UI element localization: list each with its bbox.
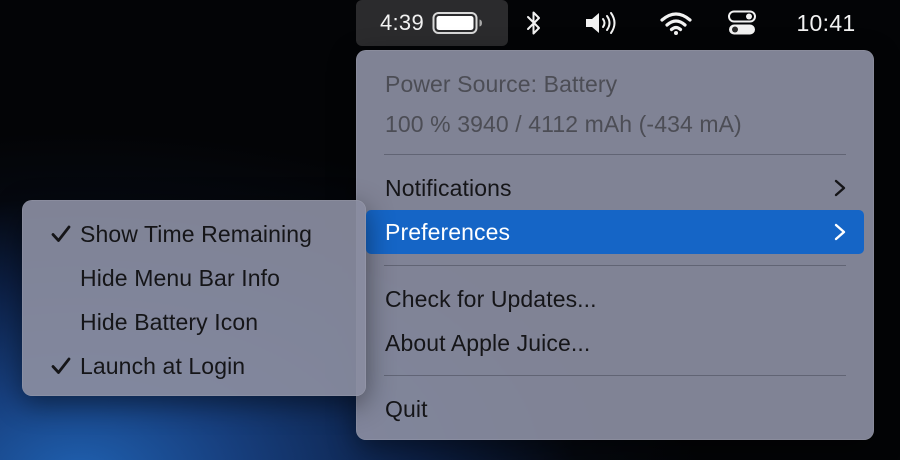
battery-capacity-info: 100 % 3940 / 4112 mAh (-434 mA)	[366, 102, 864, 146]
bluetooth-status-item[interactable]	[520, 0, 548, 46]
show-time-remaining-menu-item[interactable]: Show Time Remaining	[32, 212, 356, 256]
control-center-status-item[interactable]	[720, 0, 764, 46]
battery-icon	[432, 12, 483, 34]
about-label: About Apple Juice...	[385, 329, 591, 356]
battery-time-remaining: 4:39	[379, 10, 425, 35]
submenu-item-label: Hide Menu Bar Info	[80, 264, 280, 291]
submenu-item-label: Show Time Remaining	[80, 220, 313, 247]
checkmark-icon	[51, 225, 71, 242]
volume-status-item[interactable]	[580, 0, 624, 46]
chevron-right-icon	[834, 223, 846, 241]
menu-separator	[384, 154, 846, 155]
preferences-menu-item[interactable]: Preferences	[366, 210, 864, 254]
control-center-icon	[728, 10, 756, 35]
clock-time: 10:41	[796, 9, 856, 36]
launch-at-login-menu-item[interactable]: Launch at Login	[32, 344, 356, 388]
quit-label: Quit	[385, 395, 428, 422]
battery-capacity-label: 100 % 3940 / 4112 mAh (-434 mA)	[385, 110, 742, 137]
about-menu-item[interactable]: About Apple Juice...	[366, 321, 864, 365]
hide-menu-bar-info-menu-item[interactable]: Hide Menu Bar Info	[32, 256, 356, 300]
bluetooth-icon	[527, 11, 540, 35]
submenu-item-label: Launch at Login	[80, 352, 246, 379]
wifi-status-item[interactable]	[654, 0, 698, 46]
quit-menu-item[interactable]: Quit	[366, 387, 864, 431]
menu-bar: 4:39 10:41	[0, 0, 900, 46]
menu-separator	[384, 265, 846, 266]
notifications-menu-item[interactable]: Notifications	[366, 166, 864, 210]
checkmark-icon	[51, 357, 71, 374]
battery-dropdown-menu: Power Source: Battery 100 % 3940 / 4112 …	[356, 50, 874, 440]
volume-icon	[586, 12, 616, 34]
battery-status-item[interactable]: 4:39	[356, 0, 508, 46]
wifi-icon	[660, 12, 692, 35]
submenu-item-label: Hide Battery Icon	[80, 308, 259, 335]
power-source-info: Power Source: Battery	[366, 62, 864, 106]
check-updates-label: Check for Updates...	[385, 285, 597, 312]
clock[interactable]: 10:41	[780, 0, 872, 46]
menu-separator	[384, 375, 846, 376]
check-updates-menu-item[interactable]: Check for Updates...	[366, 277, 864, 321]
hide-battery-icon-menu-item[interactable]: Hide Battery Icon	[32, 300, 356, 344]
power-source-label: Power Source: Battery	[385, 70, 618, 97]
notifications-label: Notifications	[385, 174, 512, 201]
preferences-label: Preferences	[385, 218, 511, 245]
preferences-submenu: Show Time Remaining Hide Menu Bar Info H…	[22, 200, 366, 396]
chevron-right-icon	[834, 179, 846, 197]
